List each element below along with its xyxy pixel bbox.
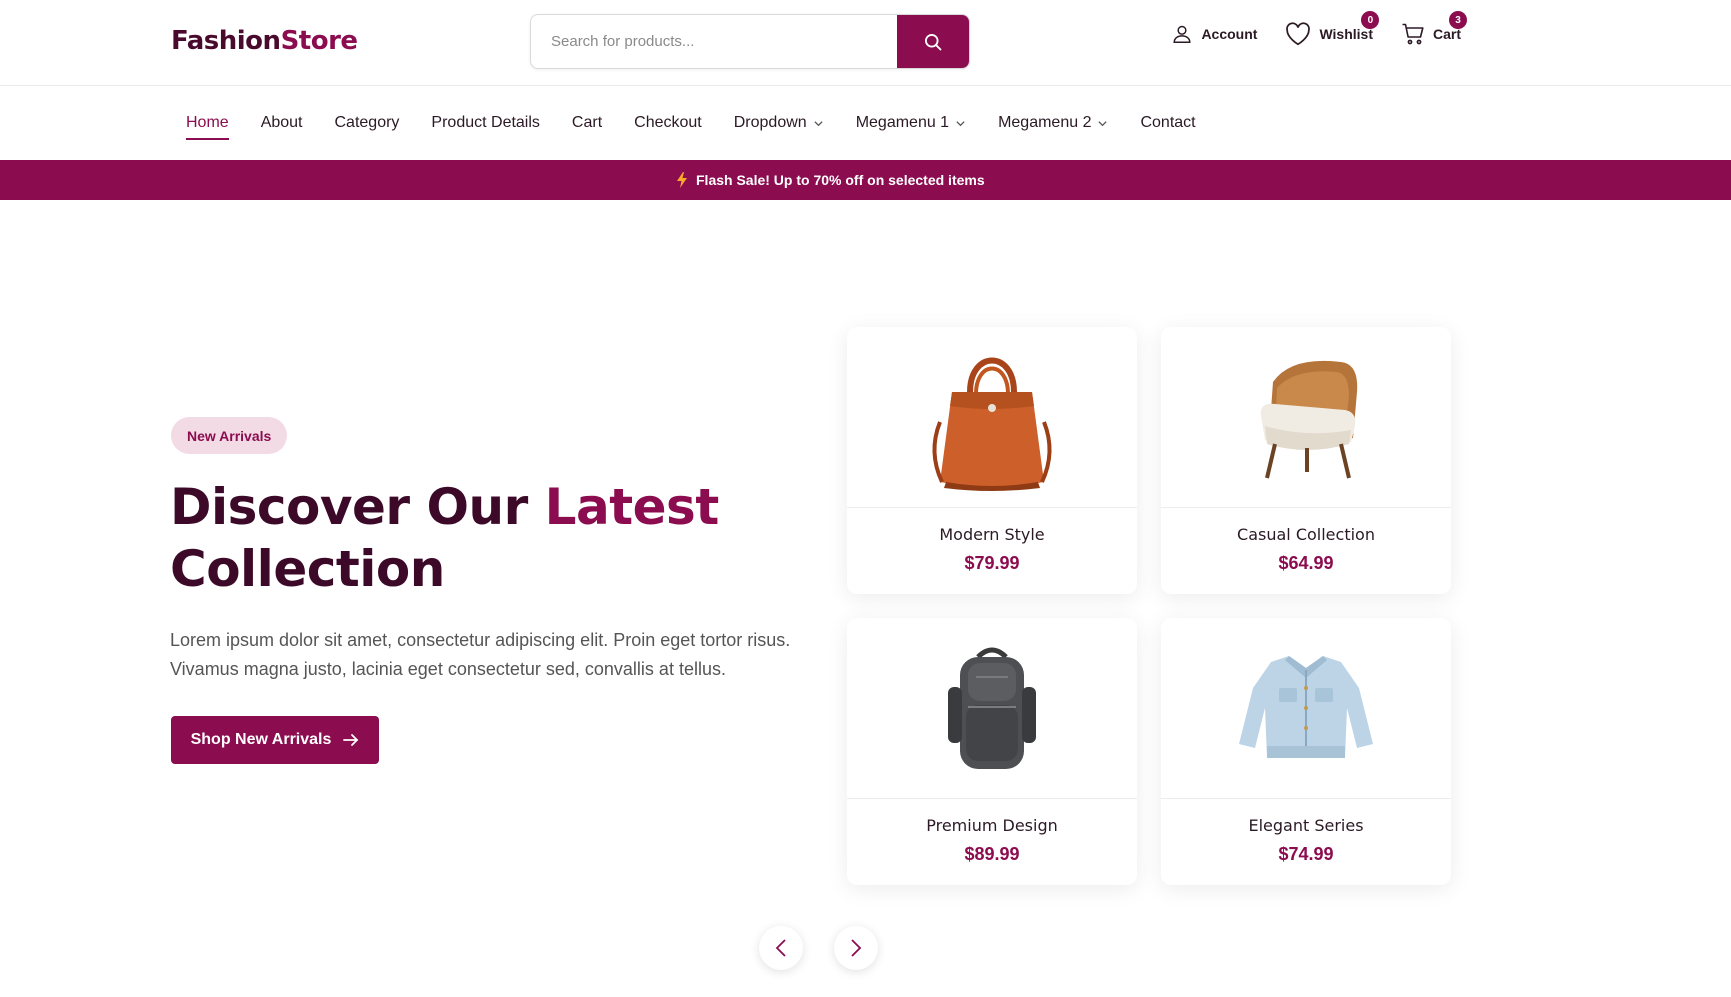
- hero-title: Discover Our Latest Collection: [170, 476, 719, 600]
- nav-item-megamenu-2[interactable]: Megamenu 2: [998, 86, 1108, 160]
- nav-item-product-details[interactable]: Product Details: [431, 86, 540, 160]
- wishlist-count-badge: 0: [1361, 11, 1380, 29]
- product-card[interactable]: Premium Design $89.99: [847, 618, 1137, 885]
- hero-title-part1: Discover Our: [170, 478, 545, 536]
- search-icon: [925, 33, 942, 50]
- heart-icon: [1286, 22, 1311, 46]
- main-nav: Home About Category Product Details Cart…: [0, 86, 1731, 160]
- product-name: Modern Style: [939, 525, 1045, 544]
- chevron-down-icon: [956, 120, 965, 126]
- nav-label: Megamenu 2: [998, 114, 1092, 131]
- nav-item-dropdown[interactable]: Dropdown: [734, 86, 824, 160]
- site-header: FashionStore Account Wishlist 0 Cart 3: [0, 0, 1731, 86]
- chevron-left-icon: [775, 939, 786, 957]
- hero-description: Lorem ipsum dolor sit amet, consectetur …: [170, 630, 791, 679]
- orange-handbag-image: [932, 357, 1052, 491]
- product-price: $74.99: [1278, 844, 1334, 864]
- nav-label: Category: [334, 114, 400, 131]
- flash-sale-content: Flash Sale! Up to 70% off on selected it…: [676, 160, 985, 200]
- nav-label: Cart: [571, 114, 603, 131]
- cta-label: Shop New Arrivals: [190, 731, 332, 748]
- product-name: Casual Collection: [1237, 525, 1375, 544]
- hero-title-part2: Collection: [170, 540, 445, 598]
- cart-link[interactable]: Cart 3: [1401, 11, 1467, 46]
- lightning-icon: [677, 172, 687, 188]
- nav-item-contact[interactable]: Contact: [1140, 86, 1195, 160]
- account-label: Account: [1201, 26, 1258, 42]
- product-price: $64.99: [1278, 553, 1334, 573]
- product-price: $89.99: [964, 844, 1020, 864]
- wishlist-link[interactable]: Wishlist 0: [1285, 11, 1380, 46]
- nav-label: Dropdown: [733, 114, 807, 131]
- nav-item-checkout[interactable]: Checkout: [634, 86, 702, 160]
- flash-sale-bar: Flash Sale! Up to 70% off on selected it…: [0, 160, 1731, 200]
- nav-item-home[interactable]: Home: [186, 86, 229, 160]
- gray-backpack-image: [948, 647, 1036, 769]
- brand-logo[interactable]: FashionStore: [171, 26, 358, 56]
- chevron-down-icon: [1098, 120, 1108, 126]
- product-image-container: [1161, 618, 1451, 799]
- search-bar: [530, 14, 970, 69]
- denim-jacket-image: [1239, 656, 1373, 758]
- nav-item-cart[interactable]: Cart: [572, 86, 602, 160]
- search-input[interactable]: [531, 15, 897, 68]
- nav-label: About: [260, 114, 303, 131]
- product-name: Premium Design: [926, 816, 1058, 835]
- arrow-right-icon: [343, 734, 359, 746]
- wishlist-label: Wishlist: [1319, 26, 1373, 42]
- shop-new-arrivals-button[interactable]: Shop New Arrivals: [171, 716, 379, 764]
- nav-label: Checkout: [634, 114, 702, 131]
- wooden-armchair-image: [1260, 360, 1358, 479]
- slider-next-button[interactable]: [834, 926, 878, 970]
- cart-icon: [1402, 23, 1424, 45]
- flash-sale-text: Flash Sale! Up to 70% off on selected it…: [696, 172, 985, 188]
- product-card[interactable]: Casual Collection $64.99: [1161, 327, 1451, 594]
- product-image-container: [847, 618, 1137, 799]
- product-card[interactable]: Modern Style $79.99: [847, 327, 1137, 594]
- brand-name-part2: Store: [280, 26, 358, 56]
- nav-item-about[interactable]: About: [261, 86, 303, 160]
- nav-item-category[interactable]: Category: [335, 86, 400, 160]
- product-name: Elegant Series: [1248, 816, 1364, 835]
- product-card[interactable]: Elegant Series $74.99: [1161, 618, 1451, 885]
- nav-label: Contact: [1140, 114, 1196, 131]
- chevron-down-icon: [814, 120, 823, 126]
- cart-count-badge: 3: [1448, 11, 1467, 29]
- nav-label: Megamenu 1: [855, 114, 950, 131]
- hero-title-highlight: Latest: [544, 478, 720, 536]
- account-link[interactable]: Account: [1171, 23, 1257, 45]
- header-actions: Account Wishlist 0 Cart 3: [1171, 11, 1467, 46]
- new-arrivals-badge: New Arrivals: [171, 417, 288, 454]
- brand-name-part1: Fashion: [171, 26, 281, 56]
- product-image-container: [847, 327, 1137, 508]
- search-button[interactable]: [897, 15, 969, 68]
- user-icon: [1173, 25, 1191, 43]
- nav-label: Product Details: [431, 114, 540, 131]
- nav-label: Home: [186, 114, 229, 131]
- product-image-container: [1161, 327, 1451, 508]
- chevron-right-icon: [851, 939, 862, 957]
- product-price: $79.99: [964, 553, 1020, 573]
- slider-prev-button[interactable]: [759, 926, 803, 970]
- nav-item-megamenu-1[interactable]: Megamenu 1: [856, 86, 966, 160]
